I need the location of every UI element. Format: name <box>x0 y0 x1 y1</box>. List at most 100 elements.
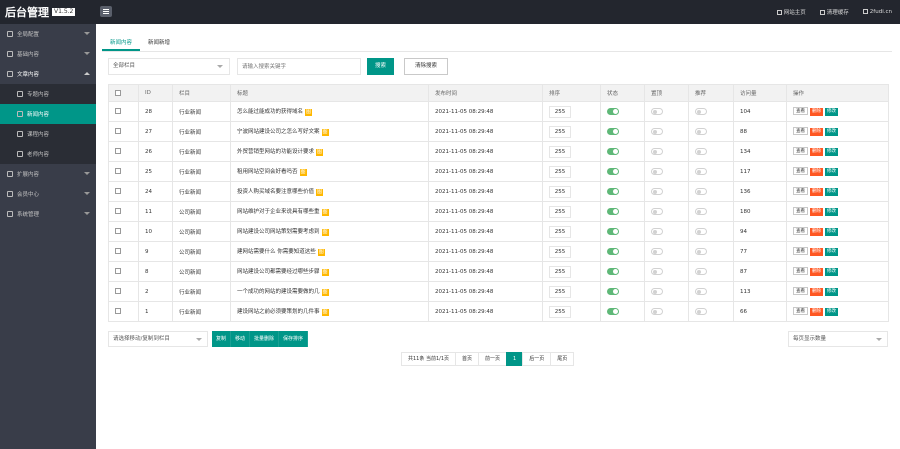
edit-button[interactable]: 修改 <box>825 268 838 276</box>
select-all-checkbox[interactable] <box>108 84 139 102</box>
view-button[interactable]: 查看 <box>793 307 808 315</box>
view-button[interactable]: 查看 <box>793 187 808 195</box>
status-toggle[interactable] <box>607 128 619 135</box>
row-title[interactable]: 网站建设公司都需要经过哪些步骤 <box>237 269 320 275</box>
edit-button[interactable]: 修改 <box>825 168 838 176</box>
sort-input[interactable]: 255 <box>549 105 571 118</box>
status-toggle[interactable] <box>607 108 619 115</box>
edit-button[interactable]: 修改 <box>825 108 838 116</box>
top-toggle[interactable] <box>651 228 663 235</box>
delete-button[interactable]: 删除 <box>810 308 823 316</box>
sidebar-item-extend[interactable]: 扩展内容 <box>0 164 96 184</box>
row-title[interactable]: 投资人购买域名要注意哪些价值 <box>237 189 314 195</box>
row-checkbox[interactable] <box>108 121 139 142</box>
status-toggle[interactable] <box>607 268 619 275</box>
status-toggle[interactable] <box>607 288 619 295</box>
recommend-toggle[interactable] <box>695 168 707 175</box>
clear-search-button[interactable]: 清除搜索 <box>404 58 448 75</box>
status-toggle[interactable] <box>607 168 619 175</box>
status-toggle[interactable] <box>607 308 619 315</box>
view-button[interactable]: 查看 <box>793 167 808 175</box>
row-checkbox[interactable] <box>108 221 139 242</box>
status-toggle[interactable] <box>607 228 619 235</box>
sidebar-item-teacher[interactable]: 老师内容 <box>0 144 96 164</box>
tab-news-list[interactable]: 新闻内容 <box>102 36 141 51</box>
row-title[interactable]: 建网站需要什么 你需要知道这些 <box>237 249 316 255</box>
row-checkbox[interactable] <box>108 241 139 262</box>
pager-current[interactable]: 1 <box>506 352 524 366</box>
row-title[interactable]: 外贸营销型网站的功能设计要求 <box>237 149 314 155</box>
sidebar-item-course[interactable]: 课程内容 <box>0 124 96 144</box>
copy-button[interactable]: 复制 <box>212 331 232 347</box>
recommend-toggle[interactable] <box>695 268 707 275</box>
row-title[interactable]: 租用网站空间会好看吗否 <box>237 169 298 175</box>
pager-prev[interactable]: 前一页 <box>478 352 508 366</box>
top-toggle[interactable] <box>651 288 663 295</box>
category-select[interactable]: 全部栏目 <box>108 58 230 75</box>
menu-toggle-icon[interactable] <box>100 6 112 17</box>
recommend-toggle[interactable] <box>695 208 707 215</box>
move-copy-select[interactable]: 请选择移动/复制到栏目 <box>108 331 208 347</box>
delete-button[interactable]: 删除 <box>810 128 823 136</box>
view-button[interactable]: 查看 <box>793 107 808 115</box>
top-toggle[interactable] <box>651 128 663 135</box>
sidebar-item-system[interactable]: 系统管理 <box>0 204 96 224</box>
top-toggle[interactable] <box>651 168 663 175</box>
pager-last[interactable]: 尾页 <box>550 352 575 366</box>
edit-button[interactable]: 修改 <box>825 288 838 296</box>
delete-button[interactable]: 删除 <box>810 148 823 156</box>
view-button[interactable]: 查看 <box>793 207 808 215</box>
row-title[interactable]: 建设网站之前必须要策划的几件事 <box>237 309 320 315</box>
delete-button[interactable]: 删除 <box>810 228 823 236</box>
sort-input[interactable]: 255 <box>549 285 571 298</box>
status-toggle[interactable] <box>607 188 619 195</box>
delete-button[interactable]: 删除 <box>810 168 823 176</box>
sidebar-item-basic-content[interactable]: 基础内容 <box>0 44 96 64</box>
sort-input[interactable]: 255 <box>549 165 571 178</box>
delete-button[interactable]: 删除 <box>810 248 823 256</box>
row-title[interactable]: 网站维护对于企业来说具有哪些重 <box>237 209 320 215</box>
per-page-select[interactable]: 每页显示数量 <box>788 331 888 347</box>
recommend-toggle[interactable] <box>695 128 707 135</box>
view-button[interactable]: 查看 <box>793 227 808 235</box>
delete-button[interactable]: 删除 <box>810 108 823 116</box>
top-toggle[interactable] <box>651 148 663 155</box>
batch-delete-button[interactable]: 批量删除 <box>250 331 280 347</box>
sort-input[interactable]: 255 <box>549 145 571 158</box>
sidebar-item-member[interactable]: 会员中心 <box>0 184 96 204</box>
row-title[interactable]: 宁波网站建设公司之怎么写好文案 <box>237 129 320 135</box>
row-checkbox[interactable] <box>108 281 139 302</box>
status-toggle[interactable] <box>607 248 619 255</box>
row-checkbox[interactable] <box>108 161 139 182</box>
top-toggle[interactable] <box>651 248 663 255</box>
site-home-link[interactable]: 网站主页 <box>776 8 806 16</box>
edit-button[interactable]: 修改 <box>825 308 838 316</box>
delete-button[interactable]: 删除 <box>810 208 823 216</box>
view-button[interactable]: 查看 <box>793 287 808 295</box>
delete-button[interactable]: 删除 <box>810 288 823 296</box>
delete-button[interactable]: 删除 <box>810 188 823 196</box>
save-sort-button[interactable]: 保存排序 <box>279 331 309 347</box>
top-toggle[interactable] <box>651 268 663 275</box>
view-button[interactable]: 查看 <box>793 247 808 255</box>
sidebar-item-article-content[interactable]: 文章内容 <box>0 64 96 84</box>
sidebar-item-global-config[interactable]: 全局配置 <box>0 24 96 44</box>
view-button[interactable]: 查看 <box>793 267 808 275</box>
status-toggle[interactable] <box>607 148 619 155</box>
user-menu[interactable]: 2fudi.cn <box>862 9 892 15</box>
edit-button[interactable]: 修改 <box>825 188 838 196</box>
recommend-toggle[interactable] <box>695 308 707 315</box>
tab-news-add[interactable]: 新闻新增 <box>140 36 178 51</box>
keyword-input[interactable] <box>237 58 361 75</box>
pager-first[interactable]: 首页 <box>455 352 480 366</box>
recommend-toggle[interactable] <box>695 248 707 255</box>
view-button[interactable]: 查看 <box>793 127 808 135</box>
recommend-toggle[interactable] <box>695 108 707 115</box>
status-toggle[interactable] <box>607 208 619 215</box>
top-toggle[interactable] <box>651 188 663 195</box>
clear-cache-link[interactable]: 清理缓存 <box>819 8 849 16</box>
sort-input[interactable]: 255 <box>549 185 571 198</box>
sort-input[interactable]: 255 <box>549 245 571 258</box>
sort-input[interactable]: 255 <box>549 225 571 238</box>
edit-button[interactable]: 修改 <box>825 228 838 236</box>
